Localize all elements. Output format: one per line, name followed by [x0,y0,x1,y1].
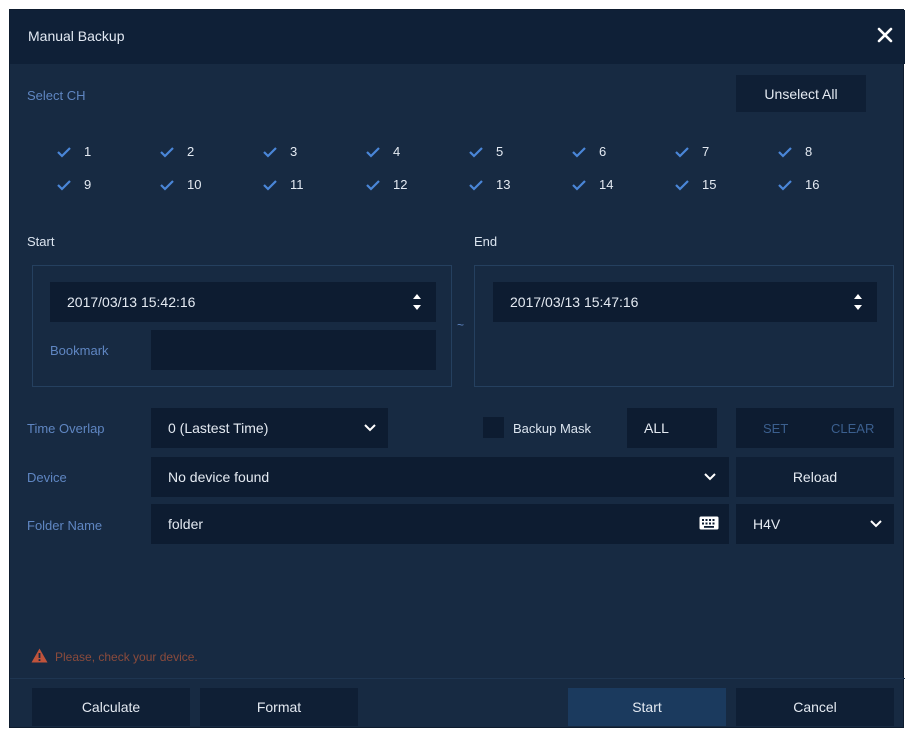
check-icon [160,179,174,191]
channel-checkbox-9[interactable]: 9 [56,177,91,192]
start-button[interactable]: Start [568,688,726,726]
channel-checkbox-11[interactable]: 11 [262,177,304,192]
backup-mask-label: Backup Mask [513,421,592,436]
check-icon [572,179,586,191]
channel-label: 1 [84,144,92,159]
check-icon [469,179,483,191]
check-icon [160,146,174,158]
channel-checkbox-12[interactable]: 12 [365,177,407,192]
keyboard-icon[interactable] [699,516,719,530]
title-bar [10,10,905,64]
check-icon [366,179,380,191]
set-clear-group: SET CLEAR [736,408,894,448]
bookmark-label: Bookmark [50,343,109,358]
folder-name-value: folder [168,516,204,532]
channel-label: 16 [805,177,820,192]
channel-label: 4 [393,144,401,159]
channel-label: 2 [187,144,195,159]
channel-label: 5 [496,144,504,159]
channel-label: 15 [702,177,717,192]
device-select[interactable]: No device found [151,457,729,497]
check-icon [263,179,277,191]
channel-checkbox-8[interactable]: 8 [777,144,812,159]
end-datetime-value: 2017/03/13 15:47:16 [510,294,639,310]
backup-mask-value-field[interactable]: ALL [627,408,717,448]
channel-label: 12 [393,177,408,192]
channel-checkbox-15[interactable]: 15 [674,177,716,192]
start-datetime-value: 2017/03/13 15:42:16 [67,294,196,310]
check-icon [675,146,689,158]
channel-label: 7 [702,144,710,159]
reload-button[interactable]: Reload [736,457,894,497]
check-icon [572,146,586,158]
channel-label: 14 [599,177,614,192]
channel-checkbox-2[interactable]: 2 [159,144,194,159]
manual-backup-dialog: Manual Backup Select CH Unselect All 1 2… [9,9,905,728]
channel-checkbox-6[interactable]: 6 [571,144,606,159]
channel-checkbox-1[interactable]: 1 [56,144,91,159]
check-icon [675,179,689,191]
channel-label: 8 [805,144,813,159]
check-icon [469,146,483,158]
channel-label: 3 [290,144,298,159]
channel-checkbox-16[interactable]: 16 [777,177,819,192]
channel-checkbox-10[interactable]: 10 [159,177,201,192]
unselect-all-button[interactable]: Unselect All [736,75,866,112]
close-icon [877,27,893,43]
cancel-button[interactable]: Cancel [736,688,894,726]
file-format-select[interactable]: H4V [736,504,894,544]
start-datetime-field[interactable]: 2017/03/13 15:42:16 [50,282,436,322]
start-label: Start [27,234,55,249]
end-datetime-field[interactable]: 2017/03/13 15:47:16 [493,282,877,322]
spinner-icon[interactable] [412,292,422,312]
footer-divider [10,678,905,679]
select-ch-label: Select CH [27,88,86,103]
spinner-icon[interactable] [853,292,863,312]
backup-mask-checkbox[interactable] [483,417,504,438]
check-icon [57,179,71,191]
channel-checkbox-14[interactable]: 14 [571,177,613,192]
chevron-down-icon [704,473,716,481]
channel-checkbox-13[interactable]: 13 [468,177,510,192]
channel-checkbox-3[interactable]: 3 [262,144,297,159]
format-button[interactable]: Format [200,688,358,726]
time-overlap-select[interactable]: 0 (Lastest Time) [151,408,388,448]
warning-message: Please, check your device. [55,650,198,664]
folder-name-label: Folder Name [27,518,103,533]
chevron-down-icon [870,520,882,528]
check-icon [57,146,71,158]
channel-checkbox-4[interactable]: 4 [365,144,400,159]
set-button[interactable]: SET [763,421,788,436]
file-format-value: H4V [753,516,781,532]
time-overlap-value: 0 (Lastest Time) [168,420,269,436]
device-label: Device [27,470,67,485]
dialog-title: Manual Backup [28,28,125,44]
chevron-down-icon [364,424,376,432]
backup-mask-value: ALL [644,420,669,436]
channel-checkbox-7[interactable]: 7 [674,144,709,159]
channel-label: 6 [599,144,607,159]
calculate-button[interactable]: Calculate [32,688,190,726]
bookmark-field[interactable] [151,330,436,370]
channel-label: 10 [187,177,202,192]
time-overlap-label: Time Overlap [27,421,105,436]
folder-name-input[interactable]: folder [151,504,729,544]
range-separator: ~ [457,318,465,332]
end-label: End [474,234,498,249]
check-icon [778,179,792,191]
close-button[interactable] [874,24,896,46]
clear-button[interactable]: CLEAR [831,421,874,436]
channel-label: 9 [84,177,92,192]
check-icon [263,146,277,158]
channel-label: 13 [496,177,511,192]
check-icon [366,146,380,158]
channel-label: 11 [290,177,304,192]
warning-icon [31,648,48,663]
channel-checkbox-5[interactable]: 5 [468,144,503,159]
device-value: No device found [168,469,270,485]
check-icon [778,146,792,158]
